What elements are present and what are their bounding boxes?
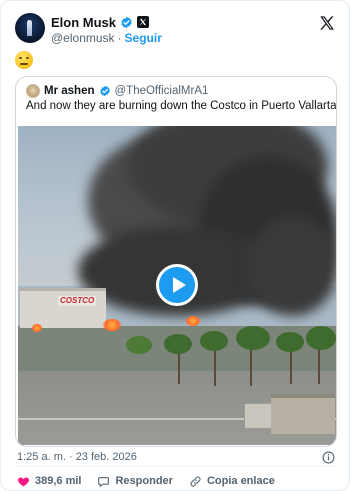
reply-button[interactable]: Responder: [97, 475, 173, 488]
video-thumbnail[interactable]: COSTCO: [18, 126, 336, 445]
post-timestamp[interactable]: 1:25 a. m. · 23 feb. 2026: [17, 451, 137, 463]
copy-link-label: Copia enlace: [206, 475, 275, 487]
author-handle-row: @elonmusk · Seguir: [51, 30, 162, 45]
verified-badge-icon: [99, 85, 110, 97]
fire-glow: [186, 316, 200, 326]
fire-glow: [32, 324, 42, 332]
quoted-post-text: And now they are burning down the Costco…: [26, 100, 337, 112]
heart-icon: [18, 476, 29, 486]
follow-button[interactable]: Seguir: [125, 31, 162, 45]
author-display-name[interactable]: Elon Musk: [51, 15, 116, 30]
reply-icon: [98, 476, 110, 487]
x-logo-icon[interactable]: [319, 15, 335, 31]
reply-label: Responder: [115, 475, 173, 487]
like-count: 389,6 mil: [35, 475, 82, 487]
embedded-post-card: Elon Musk @elonmusk · Seguir Mr ashen @T…: [0, 0, 350, 491]
palm-tree: [200, 331, 228, 351]
author-name-row: Elon Musk: [51, 14, 150, 30]
x-affiliate-badge-icon: [137, 16, 150, 28]
info-icon[interactable]: [322, 451, 335, 464]
play-icon: [172, 277, 186, 293]
copy-link-button[interactable]: Copia enlace: [189, 475, 275, 488]
quoted-author-name: Mr ashen: [44, 85, 95, 97]
quoted-author-handle: @TheOfficialMrA1: [114, 85, 209, 97]
tree: [126, 336, 152, 354]
neutral-face-emoji: [15, 51, 33, 69]
verified-badge-icon: [121, 16, 132, 28]
palm-tree: [306, 326, 336, 350]
palm-tree: [164, 334, 192, 354]
palm-tree: [276, 332, 304, 352]
quoted-post[interactable]: Mr ashen @TheOfficialMrA1 And now they a…: [15, 76, 337, 447]
smoke-plume: [248, 216, 336, 316]
quoted-author-avatar: [26, 84, 40, 98]
post-actions: 389,6 mil Responder Copia enlace: [17, 474, 335, 488]
post-meta-row: 1:25 a. m. · 23 feb. 2026: [17, 451, 335, 465]
play-button[interactable]: [156, 264, 198, 306]
costco-building: [20, 288, 106, 328]
quoted-post-header: Mr ashen @TheOfficialMrA1: [26, 83, 208, 99]
author-avatar[interactable]: [15, 13, 45, 43]
costco-store-sign: COSTCO: [58, 296, 97, 306]
pavilion-structure: [271, 394, 335, 434]
actions-divider: [15, 466, 337, 467]
fire-glow: [103, 319, 121, 331]
handle-separator: ·: [117, 30, 122, 45]
like-button[interactable]: 389,6 mil: [17, 475, 81, 488]
palm-tree: [236, 326, 270, 350]
link-icon: [190, 475, 201, 487]
author-handle[interactable]: @elonmusk: [51, 31, 115, 45]
post-header: Elon Musk @elonmusk · Seguir: [15, 13, 337, 47]
truck: [244, 403, 274, 429]
